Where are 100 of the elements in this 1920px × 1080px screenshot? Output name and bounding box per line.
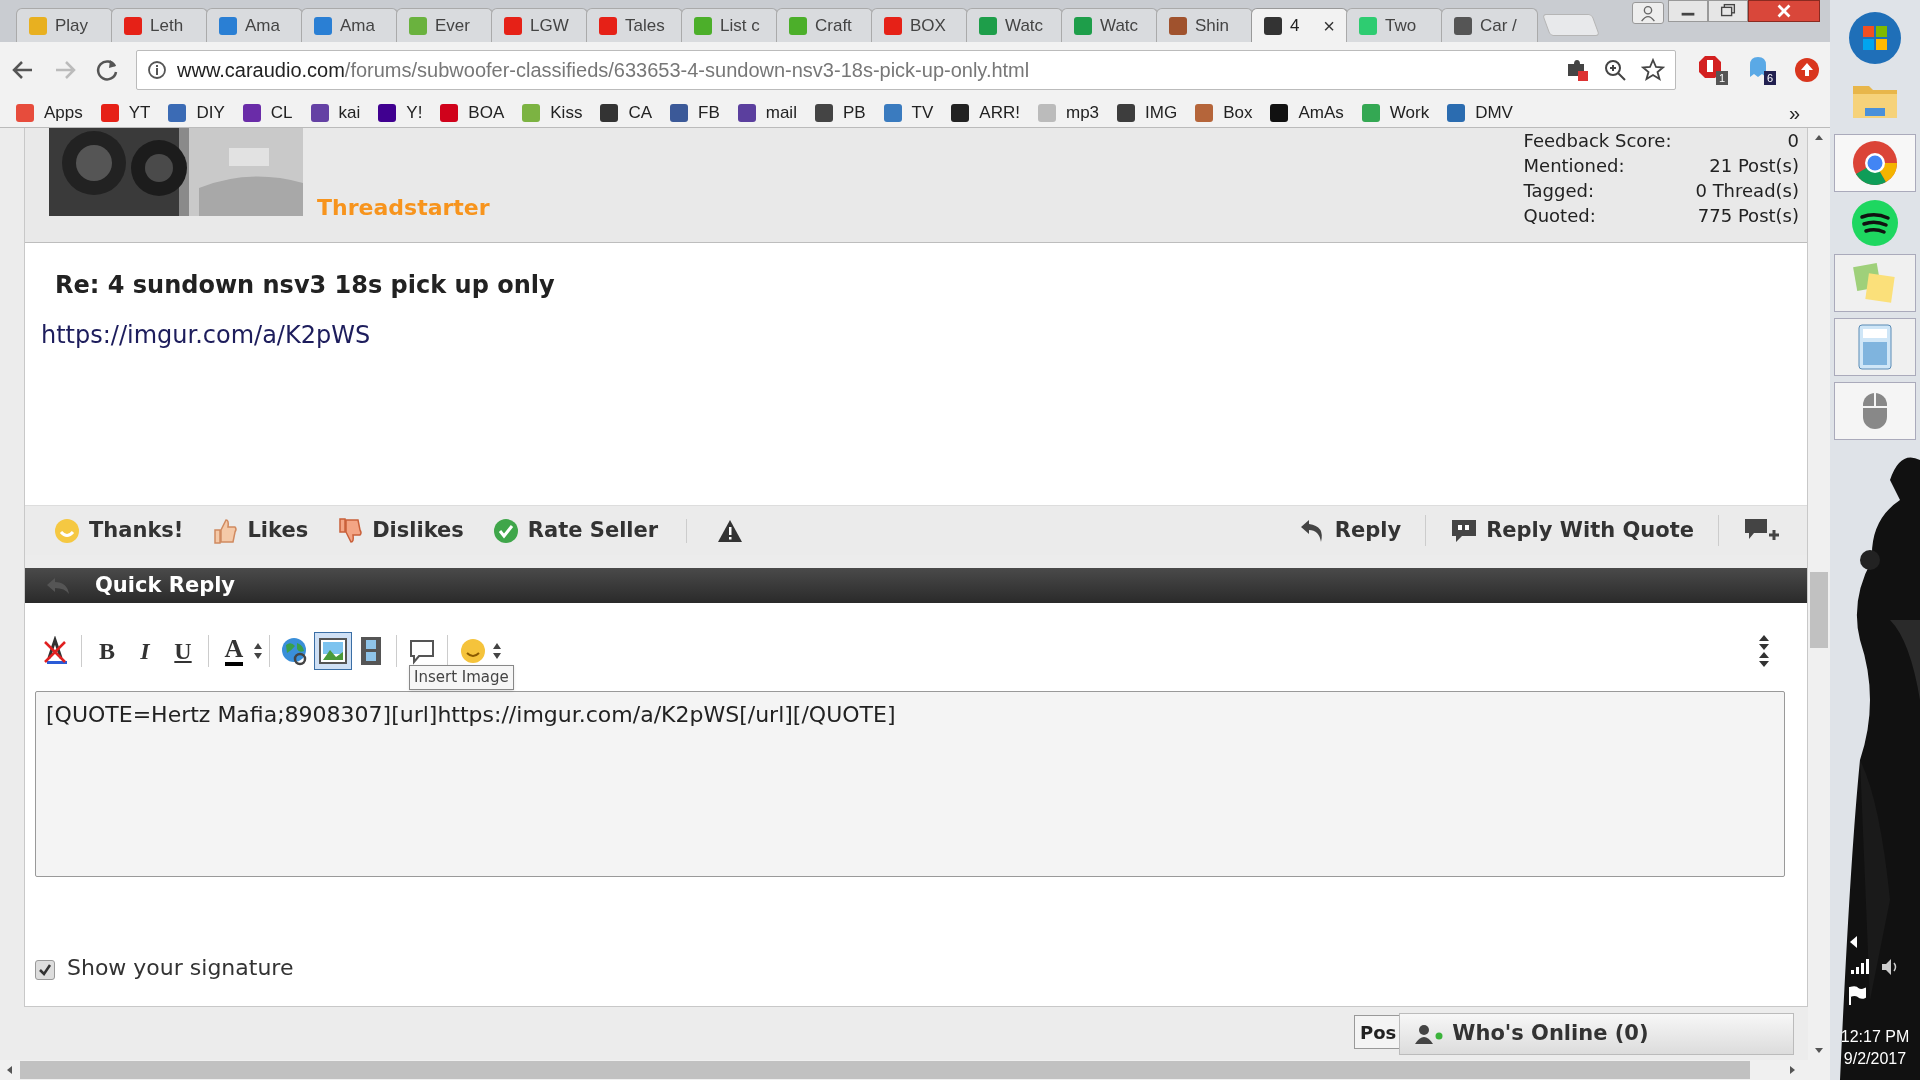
- browser-tab[interactable]: Shin: [1156, 8, 1253, 42]
- browser-tab[interactable]: BOX: [871, 8, 968, 42]
- bookmark-link[interactable]: AmAs: [1270, 99, 1344, 126]
- tab-title: Car /: [1480, 14, 1517, 37]
- flag-icon[interactable]: [1848, 986, 1866, 1006]
- restore-button[interactable]: [1708, 0, 1748, 22]
- chrome-taskbar-button[interactable]: [1834, 134, 1916, 192]
- stat-value: 0 Thread(s): [1695, 179, 1799, 203]
- bookmark-link[interactable]: mp3: [1037, 99, 1100, 126]
- browser-tab[interactable]: Watc: [966, 8, 1063, 42]
- underline-tool-button[interactable]: U: [164, 632, 202, 670]
- quote-button[interactable]: Reply With Quote: [1450, 514, 1719, 547]
- browser-tab[interactable]: Two: [1346, 8, 1443, 42]
- spotify-icon[interactable]: [1850, 198, 1900, 248]
- bookmark-link[interactable]: DIY: [168, 99, 225, 126]
- bookmark-link[interactable]: mail: [737, 99, 797, 126]
- bookmark-link[interactable]: CA: [600, 99, 652, 126]
- user-profile-icon[interactable]: [1632, 2, 1664, 24]
- tab-title: LGW: [530, 14, 569, 37]
- extension-badge: 6: [1763, 71, 1776, 85]
- more-bookmarks-button[interactable]: »: [1788, 97, 1800, 128]
- tab-title: Watc: [1100, 14, 1139, 37]
- post-button[interactable]: Pos: [1354, 1015, 1400, 1049]
- stat-value: 21 Post(s): [1708, 154, 1799, 178]
- bookmark-link[interactable]: PB: [814, 99, 866, 126]
- bookmark-link[interactable]: FB: [670, 99, 720, 126]
- browser-tab[interactable]: Leth: [111, 8, 208, 42]
- dislikes-button[interactable]: Dislikes: [336, 514, 464, 547]
- browser-tab[interactable]: Tales: [586, 8, 683, 42]
- signature-checkbox[interactable]: [35, 960, 55, 980]
- address-field[interactable]: www.caraudio.com/forums/subwoofer-classifieds/633653-4-sundown-nsv3-18s-pick-up-only.html: [136, 50, 1676, 90]
- scrollbar-thumb[interactable]: [1810, 572, 1828, 648]
- browser-tab[interactable]: Ama: [206, 8, 303, 42]
- stop-sign-icon[interactable]: [1698, 55, 1722, 79]
- upload-circle-icon[interactable]: [1794, 57, 1820, 83]
- tab-title: Ever: [435, 14, 470, 37]
- bookmark-link[interactable]: kai: [310, 99, 361, 126]
- bookmark-link[interactable]: Work: [1361, 99, 1430, 126]
- bookmark-link[interactable]: YT: [100, 99, 151, 126]
- signal-bars-icon[interactable]: [1851, 958, 1869, 974]
- mouse-taskbar-button[interactable]: [1834, 382, 1916, 440]
- tab-title: 4: [1290, 14, 1300, 37]
- reload-icon[interactable]: [94, 57, 120, 83]
- browser-tab[interactable]: Ever: [396, 8, 493, 42]
- reply-text-area[interactable]: [QUOTE=Hertz Mafia;8908307][url]https://imgur.com/a/K2pWS[/url][/QUOTE]: [35, 691, 1785, 877]
- clock-time[interactable]: 12:17 PM: [1840, 1026, 1910, 1048]
- puzzle-blocked-icon[interactable]: [1565, 58, 1589, 82]
- image-tool-button[interactable]: [314, 632, 352, 670]
- stat-label: Feedback Score:: [1523, 129, 1672, 153]
- smiley-icon: [53, 516, 81, 545]
- browser-tab[interactable]: Watc: [1061, 8, 1158, 42]
- italic-tool-button[interactable]: I: [126, 632, 164, 670]
- whos-online-panel[interactable]: Who's Online (0): [1399, 1013, 1795, 1055]
- tab-title: Leth: [150, 14, 184, 37]
- bookmark-link[interactable]: BOA: [440, 99, 505, 126]
- bookmark-link[interactable]: Y!: [378, 99, 423, 126]
- speaker-icon[interactable]: [1881, 958, 1899, 976]
- clock-date[interactable]: 9/2/2017: [1843, 1048, 1907, 1070]
- post-link[interactable]: https://imgur.com/a/K2pWS: [41, 317, 371, 353]
- bold-tool-button[interactable]: B: [88, 632, 126, 670]
- resize-arrows-icon[interactable]: [1757, 633, 1771, 669]
- tab-title: Ama: [245, 14, 280, 37]
- reply-button[interactable]: Reply: [1298, 514, 1427, 547]
- stat-label: Quoted:: [1523, 204, 1597, 228]
- minimize-button[interactable]: [1668, 0, 1708, 22]
- tab-title: Ama: [340, 14, 375, 37]
- bookmark-link[interactable]: Apps: [16, 99, 83, 126]
- tab-title: List c: [720, 14, 760, 37]
- star-icon[interactable]: [1641, 58, 1665, 82]
- mouse-icon: [1861, 391, 1889, 431]
- warning-icon: [717, 518, 744, 543]
- bookmark-link[interactable]: ARR!: [951, 99, 1020, 126]
- zoom-icon[interactable]: [1603, 58, 1627, 82]
- bookmark-link[interactable]: DMV: [1447, 99, 1513, 126]
- thumbs-down-icon: [336, 516, 365, 545]
- caret-left-icon[interactable]: [1850, 936, 1858, 948]
- vertical-scrollbar[interactable]: [1808, 128, 1830, 1060]
- browser-tab[interactable]: Play: [16, 8, 113, 42]
- browser-tab[interactable]: Car /: [1441, 8, 1538, 42]
- report-button[interactable]: [686, 518, 744, 543]
- bookmark-link[interactable]: IMG: [1117, 99, 1178, 126]
- bookmark-link[interactable]: TV: [883, 99, 934, 126]
- close-tab-button[interactable]: ×: [1323, 10, 1335, 41]
- close-button[interactable]: [1748, 0, 1820, 22]
- signature-label: Show your signature: [67, 954, 294, 982]
- browser-tab[interactable]: Ama: [301, 8, 398, 42]
- bookmark-link[interactable]: Box: [1195, 99, 1253, 126]
- bookmark-link[interactable]: Kiss: [522, 99, 583, 126]
- calculator-icon: [1858, 324, 1892, 370]
- browser-tab[interactable]: 4 ×: [1251, 8, 1348, 42]
- bookmark-link[interactable]: CL: [242, 99, 293, 126]
- browser-tab[interactable]: Craft: [776, 8, 873, 42]
- likes-button[interactable]: Likes: [211, 514, 309, 547]
- thanks-button[interactable]: Thanks!: [53, 514, 184, 547]
- color-tool-button[interactable]: A: [215, 632, 253, 670]
- browser-tab[interactable]: List c: [681, 8, 778, 42]
- smiley-icon: [459, 637, 487, 665]
- browser-tab[interactable]: LGW: [491, 8, 588, 42]
- rate-button[interactable]: Rate Seller: [491, 514, 659, 547]
- start-orb-icon[interactable]: [1847, 10, 1903, 66]
